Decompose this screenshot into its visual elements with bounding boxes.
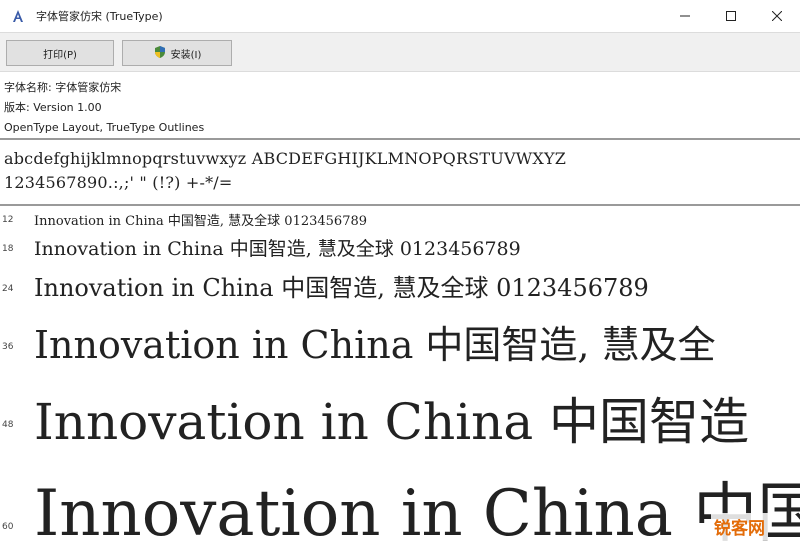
size-label: 48 — [2, 420, 14, 430]
close-icon[interactable] — [754, 0, 800, 32]
size-label: 12 — [2, 215, 14, 225]
maximize-icon[interactable] — [708, 0, 754, 32]
sample-row-24: 24 Innovation in China 中国智造, 慧及全球 012345… — [0, 268, 800, 304]
sample-row-48: 48 Innovation in China 中国智造 — [0, 382, 800, 458]
install-shield-icon — [153, 45, 167, 62]
font-viewer-window: 字体管家仿宋 (TrueType) 打印(P) 安装(I) 字体名称: 字体管家… — [0, 0, 800, 550]
charset-letters: abcdefghijklmnopqrstuvwxyz ABCDEFGHIJKLM… — [4, 149, 567, 168]
sample-text: Innovation in China 中国智造, 慧及全 — [34, 323, 716, 367]
sample-text: Innovation in China 中国 — [34, 477, 800, 550]
print-button[interactable]: 打印(P) — [6, 40, 114, 66]
sample-text: Innovation in China 中国智造, 慧及全球 012345678… — [34, 214, 368, 229]
sample-row-36: 36 Innovation in China 中国智造, 慧及全 — [0, 312, 800, 372]
window-title: 字体管家仿宋 (TrueType) — [36, 10, 163, 23]
title-bar[interactable]: 字体管家仿宋 (TrueType) — [0, 0, 800, 32]
install-button-label: 安装(I) — [170, 49, 202, 61]
charset-digits-symbols: 1234567890.:,;' " (!?) +-*/= — [4, 173, 233, 192]
sample-text: Innovation in China 中国智造, 慧及全球 012345678… — [34, 274, 649, 302]
sample-text: Innovation in China 中国智造, 慧及全球 012345678… — [34, 238, 521, 260]
sample-row-12: 12 Innovation in China 中国智造, 慧及全球 012345… — [0, 210, 800, 230]
install-button[interactable]: 安装(I) — [122, 40, 232, 66]
font-app-icon — [10, 8, 26, 24]
sample-text: Innovation in China 中国智造 — [34, 393, 750, 451]
font-outline-line: OpenType Layout, TrueType Outlines — [4, 121, 205, 134]
sample-row-60: 60 Innovation in China 中国 — [0, 462, 800, 550]
size-label: 18 — [2, 244, 14, 254]
font-name-line: 字体名称: 字体管家仿宋 — [4, 81, 122, 94]
sample-row-18: 18 Innovation in China 中国智造, 慧及全球 012345… — [0, 234, 800, 264]
window-controls — [662, 0, 800, 32]
size-label: 36 — [2, 342, 14, 352]
site-watermark: 锐客网 — [711, 513, 768, 540]
minimize-icon[interactable] — [662, 0, 708, 32]
font-info-section: 字体名称: 字体管家仿宋 版本: Version 1.00 OpenType L… — [0, 72, 800, 140]
font-version-line: 版本: Version 1.00 — [4, 101, 102, 114]
character-set-section: abcdefghijklmnopqrstuvwxyz ABCDEFGHIJKLM… — [0, 142, 800, 206]
size-label: 24 — [2, 284, 14, 294]
print-button-label: 打印(P) — [43, 49, 77, 61]
size-label: 60 — [2, 522, 14, 532]
toolbar: 打印(P) 安装(I) — [0, 32, 800, 72]
